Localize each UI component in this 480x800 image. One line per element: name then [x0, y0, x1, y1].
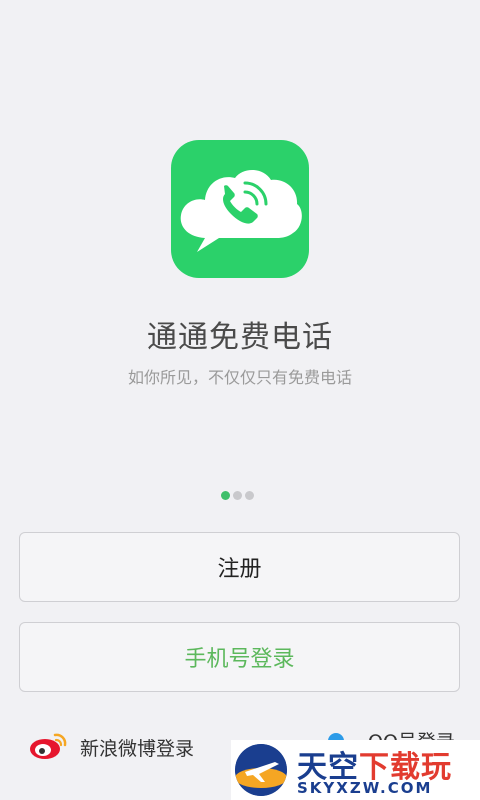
- page-dot-1[interactable]: [221, 491, 230, 500]
- app-name: 通通免费电话: [147, 320, 333, 355]
- site-watermark: 天空下载玩 SKYXZW.COM: [231, 740, 480, 800]
- weibo-login-label: 新浪微博登录: [80, 738, 195, 760]
- page-dot-2[interactable]: [233, 491, 242, 500]
- watermark-url: SKYXZW.COM: [297, 779, 433, 797]
- register-button[interactable]: 注册: [19, 532, 460, 602]
- page-dot-3[interactable]: [245, 491, 254, 500]
- watermark-logo-icon: [235, 744, 287, 796]
- weibo-login-link[interactable]: 新浪微博登录: [28, 729, 194, 766]
- page-indicator: [221, 491, 254, 500]
- app-tagline: 如你所见，不仅仅只有免费电话: [127, 368, 352, 387]
- weibo-icon: [28, 729, 70, 766]
- phone-login-button[interactable]: 手机号登录: [19, 622, 460, 692]
- app-logo-icon: [171, 140, 309, 278]
